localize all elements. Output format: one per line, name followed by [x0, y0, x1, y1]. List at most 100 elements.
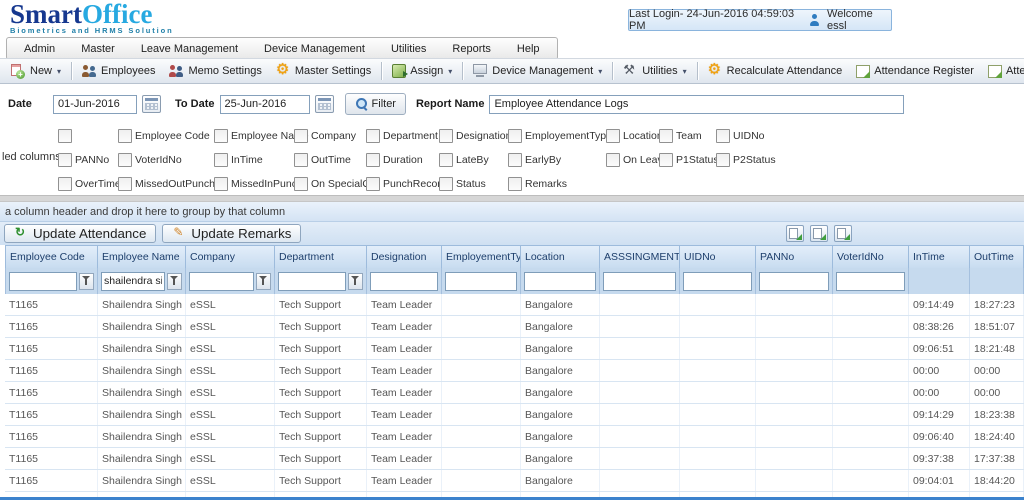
export-icon-2[interactable] [810, 225, 828, 242]
table-row[interactable]: T1165Shailendra Singh MaholeSSLTech Supp… [5, 448, 1024, 470]
column-checkbox-on-leave[interactable]: On Leave [606, 153, 669, 167]
table-row[interactable]: T1165Shailendra Singh MaholeSSLTech Supp… [5, 338, 1024, 360]
column-header-employementtype[interactable]: EmployementType [442, 245, 521, 268]
assign-button[interactable]: Assign ▾ [385, 62, 459, 80]
column-checkbox-location[interactable]: Location [606, 129, 663, 143]
filter-input-employee-code[interactable] [9, 271, 77, 291]
export-icon-3[interactable] [834, 225, 852, 242]
checkbox-icon[interactable] [606, 129, 620, 143]
new-button[interactable]: New ▾ [4, 62, 68, 80]
filter-input-department[interactable] [278, 271, 346, 291]
checkbox-icon[interactable] [439, 177, 453, 191]
column-header-location[interactable]: Location [521, 245, 600, 268]
column-header-company[interactable]: Company [186, 245, 275, 268]
checkbox-icon[interactable] [659, 153, 673, 167]
checkbox-icon[interactable] [118, 177, 132, 191]
date-input[interactable] [53, 94, 137, 114]
column-checkbox-department[interactable]: Department [366, 129, 439, 143]
checkbox-icon[interactable] [508, 129, 522, 143]
column-header-intime[interactable]: InTime [909, 245, 970, 268]
checkbox-icon[interactable] [214, 153, 228, 167]
column-checkbox-voteridno[interactable]: VoterIdNo [118, 153, 214, 167]
checkbox-icon[interactable] [58, 177, 72, 191]
menu-item-help[interactable]: Help [504, 43, 553, 55]
export-icon-1[interactable] [786, 225, 804, 242]
column-checkbox-missedinpunch[interactable]: MissedInPunch [214, 177, 303, 191]
table-row[interactable]: T1165Shailendra Singh MaholeSSLTech Supp… [5, 360, 1024, 382]
table-row[interactable]: T1165Shailendra Singh MaholeSSLTech Supp… [5, 294, 1024, 316]
checkbox-icon[interactable] [118, 153, 132, 167]
checkbox-icon[interactable] [294, 153, 308, 167]
checkbox-icon[interactable] [606, 153, 620, 167]
calendar-icon[interactable] [314, 95, 334, 113]
device-management-button[interactable]: Device Management ▾ [466, 62, 609, 80]
checkbox-icon[interactable] [716, 153, 730, 167]
column-header-uidno[interactable]: UIDNo [680, 245, 756, 268]
column-checkbox-uidno[interactable]: UIDNo [716, 129, 778, 143]
filter-input-panno[interactable] [759, 271, 829, 291]
filter-input-employee-name[interactable] [101, 271, 165, 291]
table-row[interactable]: T1165Shailendra Singh MaholeSSLTech Supp… [5, 382, 1024, 404]
checkbox-icon[interactable] [366, 129, 380, 143]
column-header-designation[interactable]: Designation [367, 245, 442, 268]
column-checkbox-team[interactable]: Team [659, 129, 716, 143]
checkbox-icon[interactable] [508, 153, 522, 167]
attendance-register-button[interactable]: Attendance Register [849, 63, 981, 80]
column-checkbox-overtime[interactable]: OverTime [58, 177, 121, 191]
column-checkbox-remarks[interactable]: Remarks [508, 177, 606, 191]
column-checkbox-employementtype[interactable]: EmployementType [508, 129, 612, 143]
filter-input-designation[interactable] [370, 271, 438, 291]
table-row[interactable]: T1165Shailendra Singh MaholeSSLTech Supp… [5, 404, 1024, 426]
column-checkbox-on-specialoff[interactable]: On SpecialOff [294, 177, 376, 191]
column-checkbox-p2status[interactable]: P2Status [716, 153, 778, 167]
checkbox-icon[interactable] [439, 129, 453, 143]
utilities-button[interactable]: Utilities ▾ [616, 62, 693, 80]
filter-funnel-button[interactable] [79, 272, 94, 290]
column-checkbox-missedoutpunch[interactable]: MissedOutPunch [118, 177, 215, 191]
column-header-panno[interactable]: PANNo [756, 245, 833, 268]
filter-input-company[interactable] [189, 271, 254, 291]
menu-item-reports[interactable]: Reports [439, 43, 504, 55]
menu-item-device-management[interactable]: Device Management [251, 43, 378, 55]
checkbox-icon[interactable] [58, 153, 72, 167]
menu-item-leave-management[interactable]: Leave Management [128, 43, 251, 55]
calendar-icon[interactable] [142, 95, 161, 113]
update-attendance-button[interactable]: Update Attendance [4, 224, 157, 243]
menu-item-utilities[interactable]: Utilities [378, 43, 439, 55]
column-checkbox-duration[interactable]: Duration [366, 153, 439, 167]
column-checkbox-punchrecords[interactable]: PunchRecords [366, 177, 452, 191]
column-header-employee-name[interactable]: Employee Name [98, 245, 186, 268]
table-row[interactable]: T1165Shailendra Singh MaholeSSLTech Supp… [5, 470, 1024, 492]
column-checkbox-outtime[interactable]: OutTime [294, 153, 366, 167]
table-row[interactable]: T1165Shailendra Singh MaholeSSLTech Supp… [5, 426, 1024, 448]
checkbox-icon[interactable] [366, 177, 380, 191]
checkbox-icon[interactable] [508, 177, 522, 191]
checkbox-icon[interactable] [214, 129, 228, 143]
filter-input-employementtype[interactable] [445, 271, 517, 291]
filter-funnel-button[interactable] [256, 272, 271, 290]
column-header-employee-code[interactable]: Employee Code [5, 245, 98, 268]
table-row[interactable]: T1165Shailendra Singh MaholeSSLTech Supp… [5, 316, 1024, 338]
welcome-text[interactable]: Welcome essl [827, 8, 891, 32]
checkbox-icon[interactable] [58, 129, 72, 143]
column-header-voteridno[interactable]: VoterIdNo [833, 245, 909, 268]
to-date-input[interactable] [219, 94, 310, 114]
filter-button[interactable]: Filter [344, 93, 406, 115]
filter-funnel-button[interactable] [167, 272, 182, 290]
filter-input-uidno[interactable] [683, 271, 752, 291]
memo-settings-button[interactable]: Memo Settings [162, 62, 268, 80]
checkbox-icon[interactable] [366, 153, 380, 167]
filter-input-location[interactable] [524, 271, 596, 291]
checkbox-icon[interactable] [716, 129, 730, 143]
group-by-bar[interactable]: a column header and drop it here to grou… [0, 202, 1024, 222]
recalculate-attendance-button[interactable]: Recalculate Attendance [701, 62, 850, 80]
checkbox-icon[interactable] [214, 177, 228, 191]
checkbox-icon[interactable] [118, 129, 132, 143]
checkbox-icon[interactable] [294, 177, 308, 191]
column-checkbox-employee-code[interactable]: Employee Code [118, 129, 214, 143]
column-header-outtime[interactable]: OutTime [970, 245, 1024, 268]
filter-funnel-button[interactable] [348, 272, 363, 290]
column-checkbox-blank[interactable] [58, 129, 118, 143]
filter-input-voteridno[interactable] [836, 271, 905, 291]
checkbox-icon[interactable] [439, 153, 453, 167]
